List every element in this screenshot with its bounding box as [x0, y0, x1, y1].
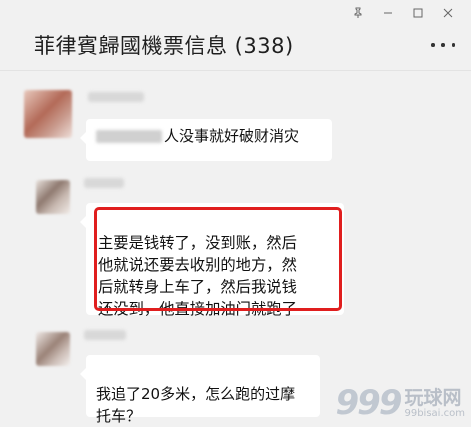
sender-name	[84, 330, 126, 340]
more-options-icon[interactable]	[431, 36, 455, 54]
watermark-brand: 玩球网	[404, 387, 462, 409]
window-controls	[343, 4, 463, 22]
sender-name	[88, 92, 144, 102]
watermark: 999 玩球网 99bisai.com	[336, 386, 466, 420]
redacted-text	[96, 130, 162, 143]
message-bubble[interactable]: 我追了20多米，怎么跑的过摩 托车？	[80, 355, 320, 425]
pin-icon[interactable]	[343, 4, 373, 22]
sender-name	[84, 178, 124, 188]
maximize-icon[interactable]	[403, 4, 433, 22]
avatar[interactable]	[36, 332, 70, 366]
watermark-number: 999	[335, 383, 403, 423]
minimize-icon[interactable]	[373, 4, 403, 22]
header-divider	[0, 70, 471, 71]
close-icon[interactable]	[433, 4, 463, 22]
avatar[interactable]	[24, 90, 72, 138]
highlight-box	[94, 207, 342, 311]
message-bubble[interactable]: 人没事就好破财消灾	[80, 119, 332, 161]
avatar[interactable]	[36, 180, 70, 214]
chat-header: 菲律賓歸國機票信息 (338)	[0, 22, 471, 64]
message-text: 人没事就好破财消灾	[164, 127, 300, 145]
chat-title: 菲律賓歸國機票信息 (338)	[34, 34, 294, 58]
watermark-site: 99bisai.com	[404, 408, 465, 419]
message-text: 我追了20多米，怎么跑的过摩 托车？	[96, 385, 296, 425]
chat-window: 菲律賓歸國機票信息 (338) 人没事就好破财消灾 主要是钱转了，没到账，然后 …	[0, 0, 471, 425]
